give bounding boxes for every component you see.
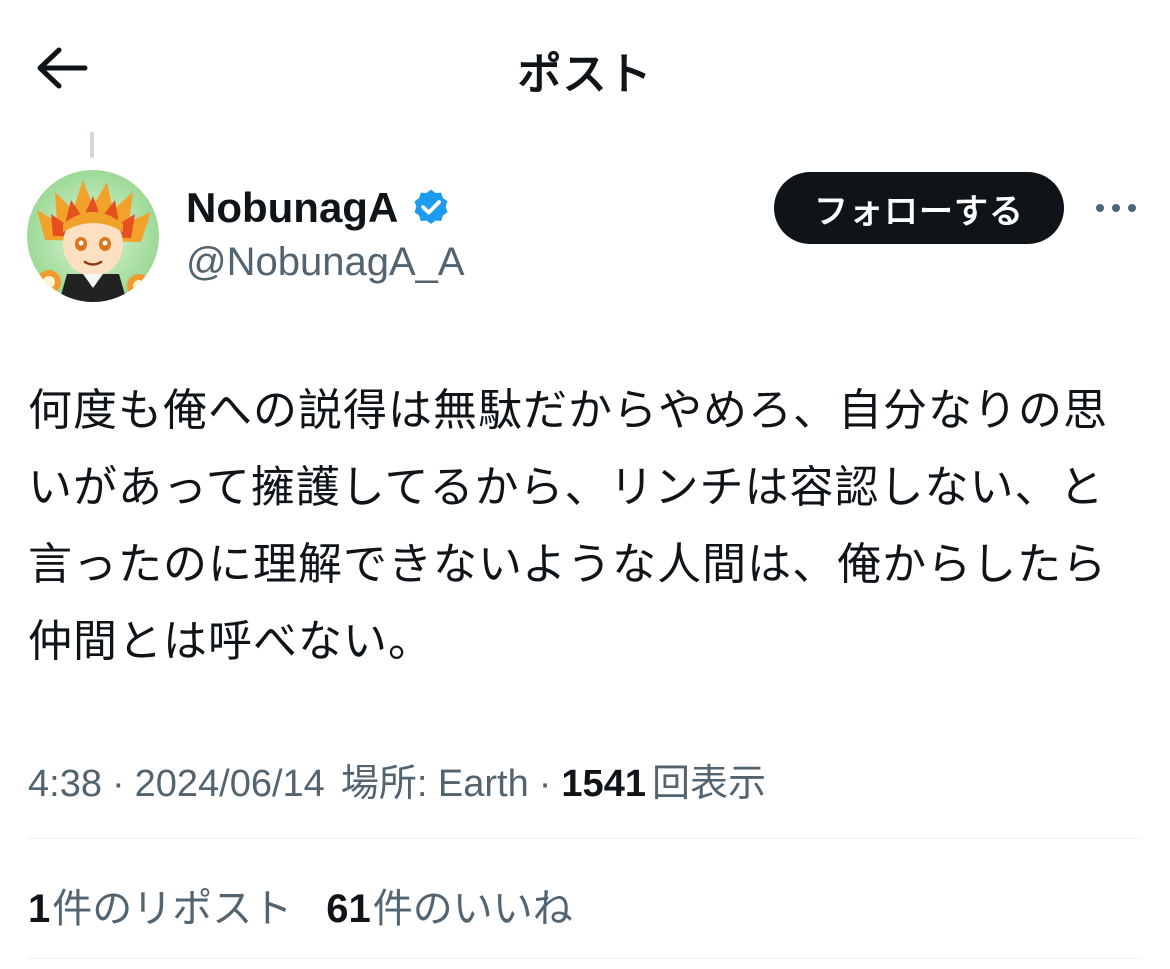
- meta-separator: ·: [538, 763, 552, 805]
- meta-separator: ·: [111, 763, 125, 805]
- post-text: 何度も俺への説得は無駄だからやめろ、自分なりの思いがあって擁護してるから、リンチ…: [28, 386, 1108, 666]
- post-meta: 4:38 · 2024/06/14 場所: Earth · 1541 回表示: [28, 752, 766, 807]
- views-count: 1541: [561, 763, 646, 805]
- divider: [28, 958, 1142, 959]
- likes-count: 61: [326, 887, 371, 931]
- post-time: 4:38: [28, 763, 102, 805]
- author-display-name[interactable]: NobunagA: [186, 184, 452, 232]
- author-handle[interactable]: @NobunagA_A: [186, 240, 465, 285]
- thread-line: [90, 132, 94, 158]
- reposts-label: 件のリポスト: [52, 887, 293, 931]
- views-label: 回表示: [651, 763, 766, 805]
- post-location: 場所: Earth: [340, 763, 529, 805]
- follow-button[interactable]: フォローする: [774, 172, 1064, 244]
- likes-label: 件のいいね: [372, 887, 573, 931]
- more-options-icon: [1096, 204, 1136, 212]
- engagement-stats: 1 件のリポスト 61 件のいいね: [28, 876, 573, 934]
- avatar[interactable]: [27, 170, 159, 302]
- divider: [28, 838, 1142, 839]
- more-options-button[interactable]: [1088, 186, 1144, 230]
- reposts-stat[interactable]: 1 件のリポスト: [28, 876, 292, 934]
- verified-badge-icon: [414, 189, 448, 224]
- likes-stat[interactable]: 61 件のいいね: [326, 876, 573, 934]
- reposts-count: 1: [28, 887, 51, 931]
- top-bar: ポスト: [0, 0, 1170, 134]
- display-name-text: NobunagA: [186, 184, 399, 231]
- post-date: 2024/06/14: [134, 763, 325, 805]
- avatar-image: [27, 170, 159, 302]
- page-title: ポスト: [517, 50, 653, 99]
